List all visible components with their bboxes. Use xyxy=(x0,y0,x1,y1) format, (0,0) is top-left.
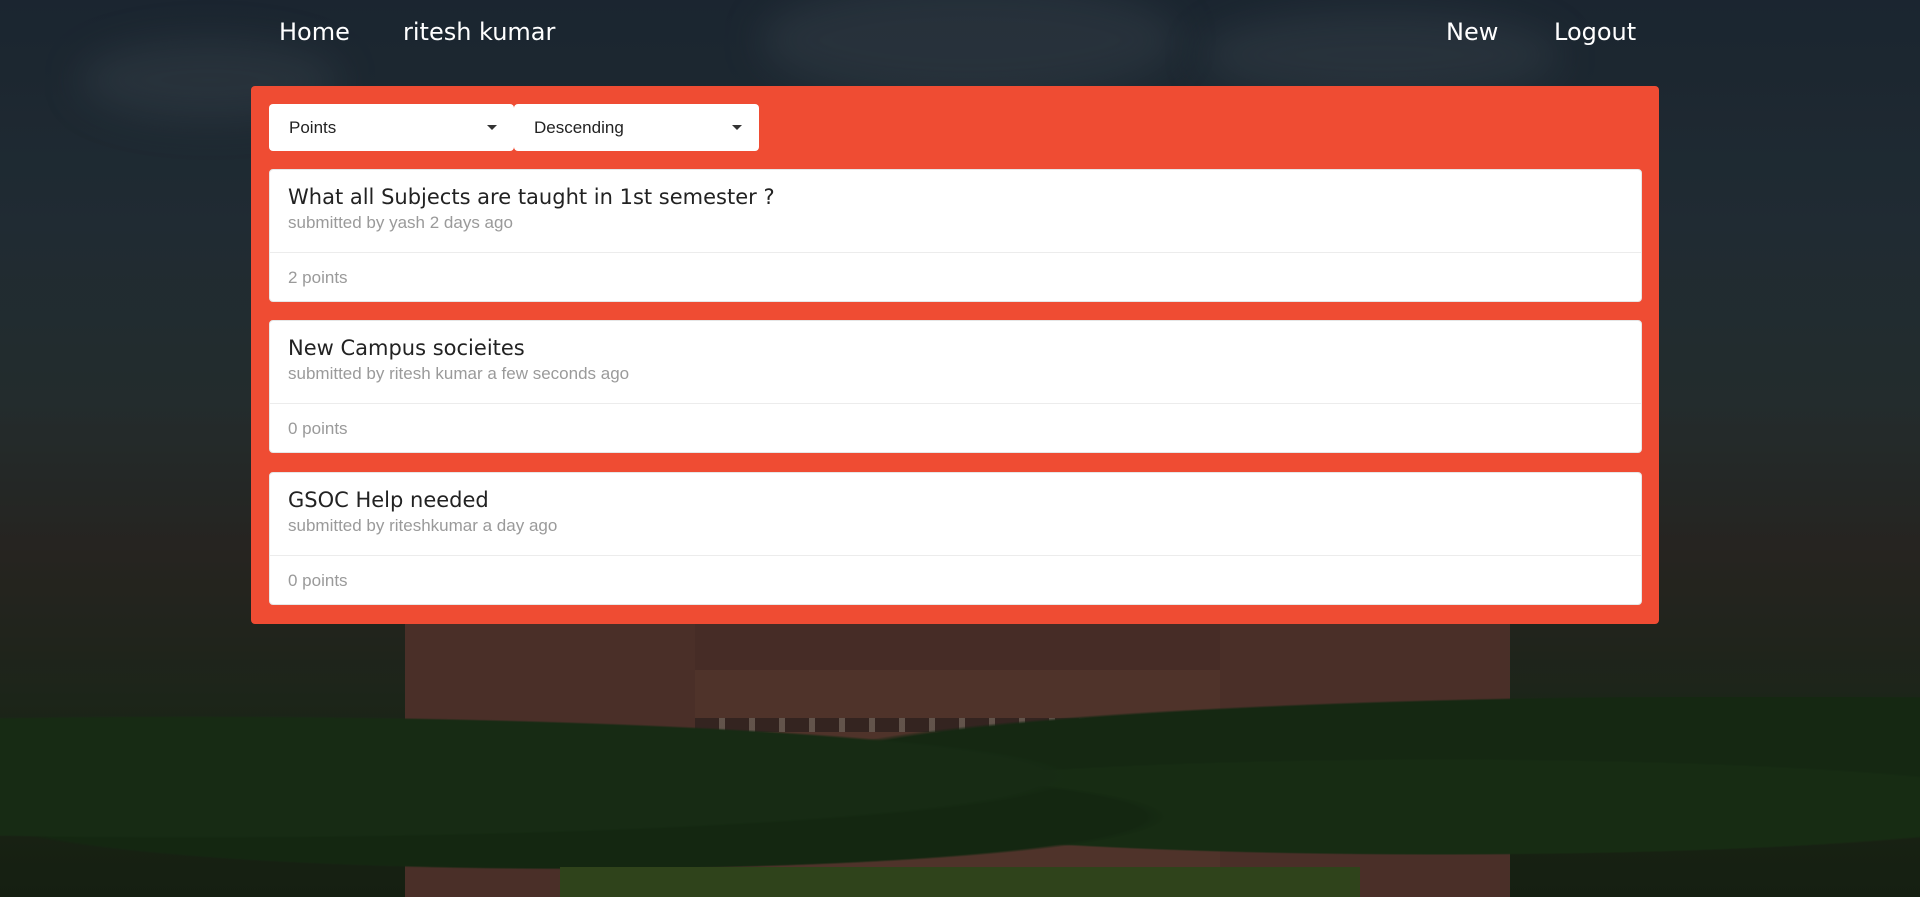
posts-panel: Points Descending What all Subjects are … xyxy=(251,86,1659,624)
post-title[interactable]: What all Subjects are taught in 1st seme… xyxy=(288,182,775,212)
nav-logout-link[interactable]: Logout xyxy=(1554,16,1636,48)
nav-user-link[interactable]: ritesh kumar xyxy=(403,16,555,48)
post-card[interactable]: What all Subjects are taught in 1st seme… xyxy=(269,169,1642,302)
post-points: 0 points xyxy=(288,419,348,438)
post-points: 2 points xyxy=(288,268,348,287)
post-title[interactable]: GSOC Help needed xyxy=(288,485,489,515)
top-navbar: Home ritesh kumar New Logout xyxy=(0,0,1920,64)
card-divider xyxy=(270,403,1641,404)
order-value: Descending xyxy=(534,118,624,137)
order-dropdown[interactable]: Descending xyxy=(514,104,759,151)
caret-down-icon xyxy=(732,125,742,130)
card-divider xyxy=(270,555,1641,556)
nav-new-link[interactable]: New xyxy=(1446,16,1498,48)
post-title[interactable]: New Campus socieites xyxy=(288,333,525,363)
post-card[interactable]: GSOC Help needed submitted by riteshkuma… xyxy=(269,472,1642,605)
nav-home-link[interactable]: Home xyxy=(279,16,350,48)
post-meta: submitted by ritesh kumar a few seconds … xyxy=(288,364,630,383)
post-points: 0 points xyxy=(288,571,348,590)
post-card[interactable]: New Campus socieites submitted by ritesh… xyxy=(269,320,1642,453)
post-meta: submitted by riteshkumar a day ago xyxy=(288,516,558,535)
sort-by-value: Points xyxy=(289,118,337,137)
caret-down-icon xyxy=(487,125,497,130)
card-divider xyxy=(270,252,1641,253)
post-meta: submitted by yash 2 days ago xyxy=(288,213,513,232)
sort-by-dropdown[interactable]: Points xyxy=(269,104,514,151)
